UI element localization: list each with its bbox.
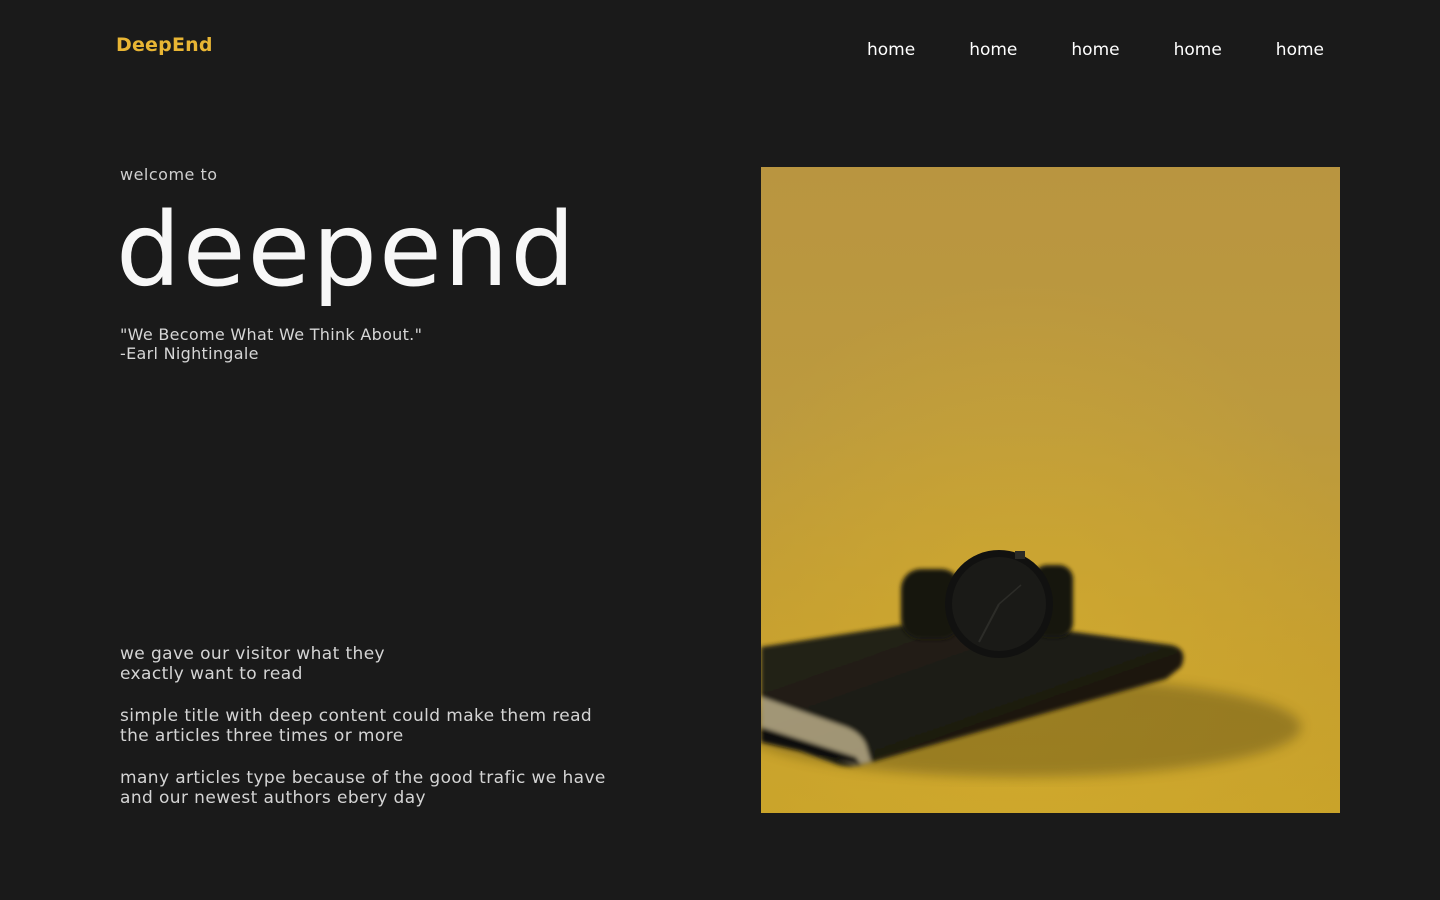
description-paragraph: simple title with deep content could mak… — [120, 706, 593, 746]
main-nav: home home home home home — [867, 38, 1324, 62]
quote: "We Become What We Think About." -Earl N… — [120, 325, 422, 363]
nav-link-home-4[interactable]: home — [1174, 38, 1222, 62]
nav-link-home-2[interactable]: home — [969, 38, 1017, 62]
hero-title: deepend — [116, 191, 578, 310]
hero-photo — [761, 167, 1340, 813]
nav-link-home-5[interactable]: home — [1276, 38, 1324, 62]
welcome-text: welcome to — [120, 165, 218, 184]
watch-on-notebook-image — [761, 167, 1340, 813]
nav-link-home-1[interactable]: home — [867, 38, 915, 62]
nav-link-home-3[interactable]: home — [1071, 38, 1119, 62]
quote-author: -Earl Nightingale — [120, 344, 259, 363]
description-paragraph: we gave our visitor what they exactly wa… — [120, 644, 386, 684]
brand-logo[interactable]: DeepEnd — [116, 32, 213, 58]
description: we gave our visitor what they exactly wa… — [120, 644, 680, 830]
quote-text: "We Become What We Think About." — [120, 325, 423, 344]
description-paragraph: many articles type because of the good t… — [120, 768, 606, 808]
